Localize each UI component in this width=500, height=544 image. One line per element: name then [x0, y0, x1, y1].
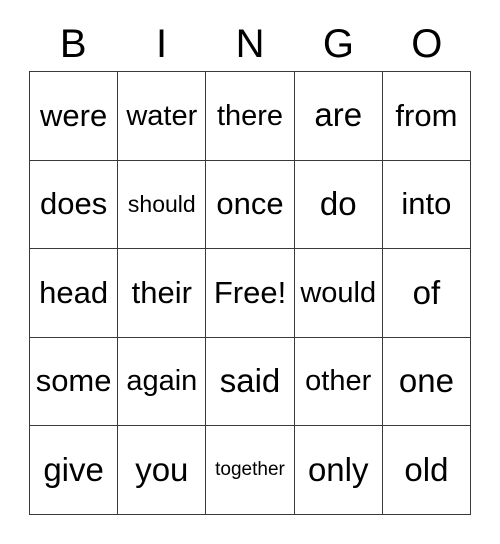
bingo-cell[interactable]: into	[382, 160, 472, 250]
bingo-cell-label: again	[126, 365, 198, 398]
bingo-cell-label: from	[395, 97, 458, 133]
bingo-free-space-label: Free!	[213, 274, 287, 310]
bingo-cell-label: would	[300, 276, 377, 309]
bingo-cell-label: you	[135, 450, 189, 488]
bingo-cell-label: there	[216, 99, 284, 132]
bingo-header-letter-b: B	[59, 22, 87, 66]
bingo-cell-label: only	[307, 450, 369, 488]
bingo-cell-label: one	[398, 362, 454, 400]
bingo-grid: were water there are from does should on…	[29, 71, 472, 515]
bingo-row: were water there are from	[30, 72, 472, 161]
bingo-cell-label: give	[43, 450, 104, 488]
bingo-cell[interactable]: from	[382, 72, 472, 161]
bingo-cell[interactable]: would	[294, 249, 383, 338]
bingo-cell-label: head	[39, 274, 109, 310]
bingo-cell-label: do	[319, 185, 357, 223]
bingo-cell[interactable]: were	[30, 72, 119, 161]
bingo-cell[interactable]: water	[118, 72, 207, 161]
bingo-cell-label: are	[314, 96, 363, 134]
bingo-cell[interactable]: some	[30, 337, 119, 427]
bingo-card: B I N G O were water there are from does…	[0, 0, 500, 544]
bingo-cell[interactable]: other	[294, 337, 383, 427]
bingo-cell-label: into	[401, 186, 452, 222]
bingo-cell-label: other	[305, 365, 372, 398]
bingo-cell[interactable]: give	[30, 426, 119, 515]
bingo-cell-label: old	[404, 450, 449, 488]
bingo-cell-label: of	[412, 273, 441, 311]
bingo-header-row: B I N G O	[29, 18, 471, 70]
bingo-cell-label: does	[39, 186, 108, 222]
bingo-cell[interactable]: do	[294, 160, 383, 250]
bingo-cell[interactable]: of	[382, 249, 472, 338]
bingo-cell[interactable]: are	[294, 72, 383, 161]
bingo-cell-label: once	[216, 186, 284, 222]
bingo-cell[interactable]: should	[118, 160, 207, 250]
bingo-cell[interactable]: only	[294, 426, 383, 515]
bingo-cell[interactable]: together	[206, 426, 295, 515]
bingo-row: some again said other one	[30, 337, 472, 427]
bingo-row: give you together only old	[30, 426, 472, 515]
bingo-cell-label: were	[40, 97, 108, 133]
bingo-header-letter-n: N	[235, 22, 265, 66]
bingo-cell[interactable]: said	[206, 337, 295, 427]
bingo-cell[interactable]: head	[30, 249, 119, 338]
bingo-row: head their Free! would of	[30, 249, 472, 338]
bingo-header-letter-o: O	[411, 22, 443, 66]
bingo-cell[interactable]: once	[206, 160, 295, 250]
bingo-cell-label: water	[126, 99, 198, 132]
bingo-cell-label: said	[219, 362, 281, 400]
bingo-header-letter-i: I	[156, 22, 168, 66]
bingo-cell[interactable]: again	[118, 337, 207, 427]
bingo-cell[interactable]: their	[118, 249, 207, 338]
bingo-cell[interactable]: one	[382, 337, 472, 427]
bingo-cell-label: their	[131, 274, 192, 310]
bingo-cell-label: together	[215, 459, 285, 481]
bingo-free-space-cell[interactable]: Free!	[206, 249, 295, 338]
bingo-header-letter-g: G	[322, 22, 354, 66]
bingo-cell[interactable]: you	[118, 426, 207, 515]
bingo-cell[interactable]: there	[206, 72, 295, 161]
bingo-cell[interactable]: old	[382, 426, 472, 515]
bingo-cell-label: should	[127, 191, 196, 218]
bingo-cell-label: some	[35, 363, 112, 399]
bingo-row: does should once do into	[30, 160, 472, 250]
bingo-cell[interactable]: does	[30, 160, 119, 250]
